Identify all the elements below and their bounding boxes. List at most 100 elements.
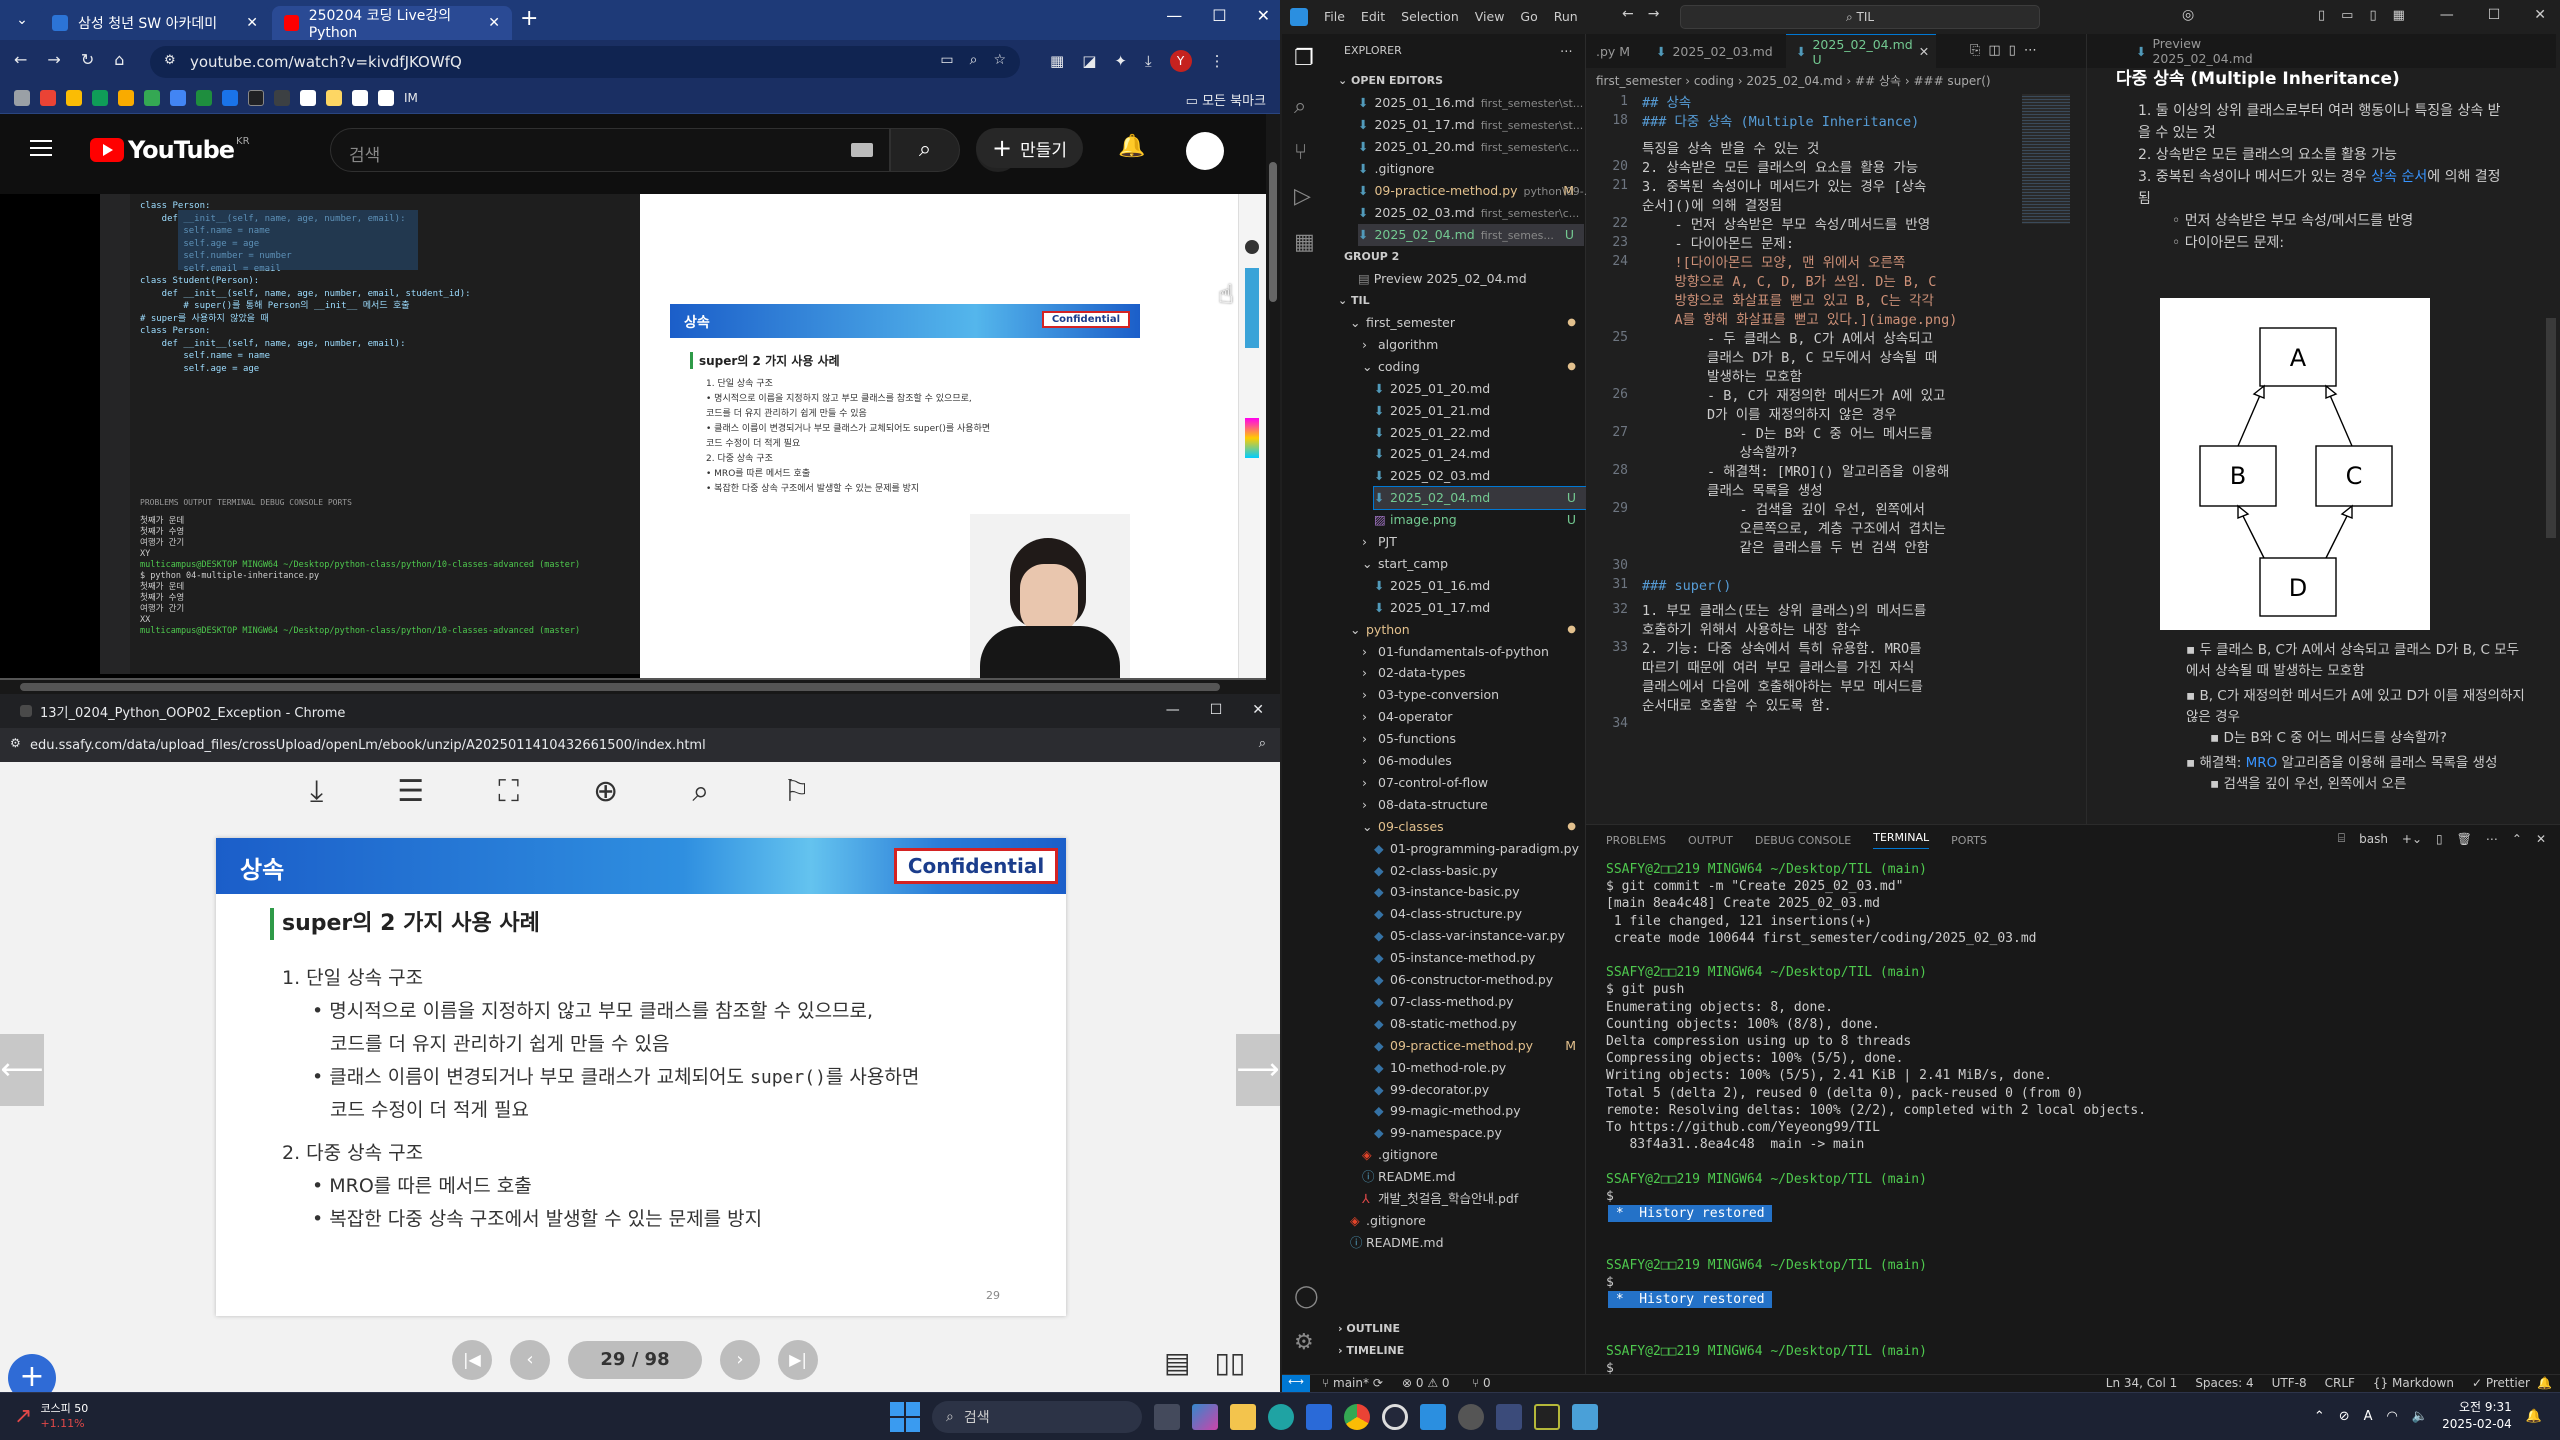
panel-tab-output[interactable]: OUTPUT xyxy=(1688,834,1733,847)
status-item[interactable]: UTF-8 xyxy=(2272,1376,2307,1390)
volume-icon[interactable]: 🔈 xyxy=(2412,1409,2428,1424)
popup-address-bar[interactable]: ⚙ edu.ssafy.com/data/upload_files/crossU… xyxy=(0,728,1280,762)
edge-icon[interactable] xyxy=(1268,1404,1294,1430)
command-center[interactable]: ⌕ TIL xyxy=(1680,5,2040,29)
keyboard-icon[interactable] xyxy=(851,143,873,157)
notion-icon[interactable] xyxy=(352,90,368,106)
panel-tab-problems[interactable]: PROBLEMS xyxy=(1606,834,1666,847)
file-item[interactable]: ⬇ 2025_02_03.md xyxy=(1374,465,1588,487)
maximize-panel-icon[interactable]: ⌃ xyxy=(2512,832,2522,846)
back-icon[interactable]: ← xyxy=(14,50,27,69)
first-page-icon[interactable]: |◀ xyxy=(452,1340,492,1380)
prev-page-icon[interactable]: ‹ xyxy=(510,1340,550,1380)
folder-item[interactable]: › PJT xyxy=(1362,531,1588,553)
preview-scroll-thumb[interactable] xyxy=(2546,318,2556,538)
status-item[interactable]: CRLF xyxy=(2325,1376,2355,1390)
menu-item-view[interactable]: View xyxy=(1475,9,1505,24)
double-page-icon[interactable]: ▯▯ xyxy=(1214,1346,1245,1379)
split-terminal-icon[interactable]: ▯ xyxy=(2436,832,2443,846)
puzzle-icon[interactable]: ✦ xyxy=(1114,52,1127,70)
cast-icon[interactable]: ▭ xyxy=(940,52,953,68)
file-item[interactable]: ⬇ 2025_01_24.md xyxy=(1374,443,1588,465)
open-editor-item[interactable]: ⬇ 2025_02_04.md first_semes... U xyxy=(1358,224,1584,246)
profile-avatar[interactable]: Y xyxy=(1169,50,1192,72)
app-icon[interactable] xyxy=(1382,1404,1408,1430)
notion-icon[interactable] xyxy=(378,90,394,106)
branch-indicator[interactable]: ⑂ main* ⟳ xyxy=(1322,1376,1383,1390)
start-button-icon[interactable] xyxy=(890,1402,920,1432)
file-item[interactable]: ◆ 07-class-method.py xyxy=(1374,991,1588,1013)
more-actions-icon[interactable]: ⋯ xyxy=(1560,40,1573,62)
file-item[interactable]: ◆ 06-constructor-method.py xyxy=(1374,969,1588,991)
pencil-icon[interactable] xyxy=(118,90,134,106)
add-fab-button[interactable]: + xyxy=(8,1354,56,1392)
tab-ssafy[interactable]: 삼성 청년 SW 아카데미 ✕ xyxy=(40,6,270,40)
layout-panel-icon[interactable]: ▭ xyxy=(2341,8,2353,23)
close-icon[interactable]: ✕ xyxy=(1257,6,1270,25)
file-item[interactable]: ◈ .gitignore xyxy=(1350,1210,1588,1232)
file-item[interactable]: ◆ 01-programming-paradigm.py xyxy=(1374,838,1588,860)
folder-item[interactable]: ⌄ 09-classes ● xyxy=(1362,816,1588,838)
source-control-icon[interactable]: ⑂ xyxy=(1294,140,1307,165)
minimize-icon[interactable]: — xyxy=(1166,702,1180,718)
shell-name[interactable]: bash xyxy=(2359,832,2388,846)
notification-bell-icon[interactable]: 🔔 xyxy=(2526,1409,2542,1424)
folder-item[interactable]: › 01-fundamentals-of-python xyxy=(1362,641,1588,663)
forward-icon[interactable]: → xyxy=(47,50,60,69)
gmail-icon[interactable] xyxy=(40,90,56,106)
open-editor-item[interactable]: ⬇ 2025_01_17.md first_semester\st... xyxy=(1358,114,1584,136)
menu-item-selection[interactable]: Selection xyxy=(1401,9,1459,24)
explorer-icon[interactable]: ❐ xyxy=(1294,46,1314,71)
zoom-icon[interactable]: ⌕ xyxy=(1259,736,1266,751)
hscroll-thumb[interactable] xyxy=(20,683,1220,691)
maximize-icon[interactable]: ☐ xyxy=(1210,702,1223,718)
new-terminal-icon[interactable]: +⌄ xyxy=(2402,832,2422,846)
drive-icon[interactable] xyxy=(66,90,82,106)
maximize-icon[interactable]: ☐ xyxy=(2488,7,2501,23)
bookmark-icon[interactable]: ⚐ xyxy=(783,774,810,809)
problems-indicator[interactable]: ⊗ 0 ⚠ 0 xyxy=(1402,1376,1450,1390)
open-editor-item[interactable]: ▤ Preview 2025_02_04.md xyxy=(1358,268,1527,290)
copilot-icon[interactable]: ◎ xyxy=(2182,7,2194,23)
bookmark-green-icon[interactable] xyxy=(196,90,212,106)
editor-tab[interactable]: ⬇ 2025_02_03.md xyxy=(1646,34,1786,68)
video-player[interactable]: class Person: def __init__(self, name, a… xyxy=(0,194,1266,682)
reload-icon[interactable]: ↻ xyxy=(81,50,94,69)
page-indicator[interactable]: 29 / 98 xyxy=(568,1341,702,1379)
file-item[interactable]: ⬇ 2025_01_20.md xyxy=(1374,378,1588,400)
layout-right-icon[interactable]: ▯ xyxy=(2369,8,2376,23)
file-item[interactable]: ◆ 10-method-role.py xyxy=(1374,1057,1588,1079)
bookmark-dark-icon[interactable] xyxy=(274,90,290,106)
folder-item[interactable]: ⌄ start_camp xyxy=(1362,553,1588,575)
extensions-icon[interactable]: ▦ xyxy=(1294,230,1315,255)
folder-item[interactable]: ⌄ first_semester ● xyxy=(1350,312,1588,334)
terminal-app-icon[interactable] xyxy=(1534,1404,1560,1430)
tab-youtube[interactable]: 250204 코딩 Live강의 Python ✕ xyxy=(272,6,512,41)
search-icon[interactable]: ⌕ xyxy=(692,774,709,809)
file-item[interactable]: ◆ 02-class-basic.py xyxy=(1374,860,1588,882)
file-item[interactable]: ◆ 08-static-method.py xyxy=(1374,1013,1588,1035)
docs-icon[interactable] xyxy=(170,90,186,106)
app-icon[interactable] xyxy=(1458,1404,1484,1430)
file-item[interactable]: ⓘ README.md xyxy=(1350,1232,1588,1254)
palette-icon[interactable] xyxy=(1245,418,1259,458)
file-item[interactable]: ◆ 99-magic-method.py xyxy=(1374,1100,1588,1122)
site-info-icon[interactable]: ⚙ xyxy=(10,736,21,750)
folder-item[interactable]: › 03-type-conversion xyxy=(1362,684,1588,706)
settings-gear-icon[interactable]: ⚙ xyxy=(1294,1330,1314,1355)
file-item[interactable]: ◆ 99-namespace.py xyxy=(1374,1122,1588,1144)
sheets-icon[interactable] xyxy=(92,90,108,106)
file-item[interactable]: ⅄ 개발_첫걸음_학습안내.pdf xyxy=(1362,1188,1588,1210)
close-panel-icon[interactable]: ✕ xyxy=(2536,832,2546,846)
menu-icon[interactable]: ⋮ xyxy=(1210,52,1225,70)
menu-item-go[interactable]: Go xyxy=(1520,9,1537,24)
open-editor-item[interactable]: ⬇ 2025_01_20.md first_semester\c... xyxy=(1358,136,1584,158)
outline-header[interactable]: › OUTLINE xyxy=(1338,1318,1400,1340)
close-tab-icon[interactable]: ✕ xyxy=(246,15,258,31)
timeline-header[interactable]: › TIMELINE xyxy=(1338,1340,1404,1362)
folder-item[interactable]: ⌄ coding ● xyxy=(1362,356,1588,378)
address-bar[interactable]: ⚙ youtube.com/watch?v=kivdfJKOWfQ ▭ ⌕ ☆ xyxy=(150,46,1020,78)
ime-indicator[interactable]: A xyxy=(2364,1409,2373,1424)
file-item[interactable]: ◆ 04-class-structure.py xyxy=(1374,903,1588,925)
hamburger-icon[interactable] xyxy=(30,140,52,156)
